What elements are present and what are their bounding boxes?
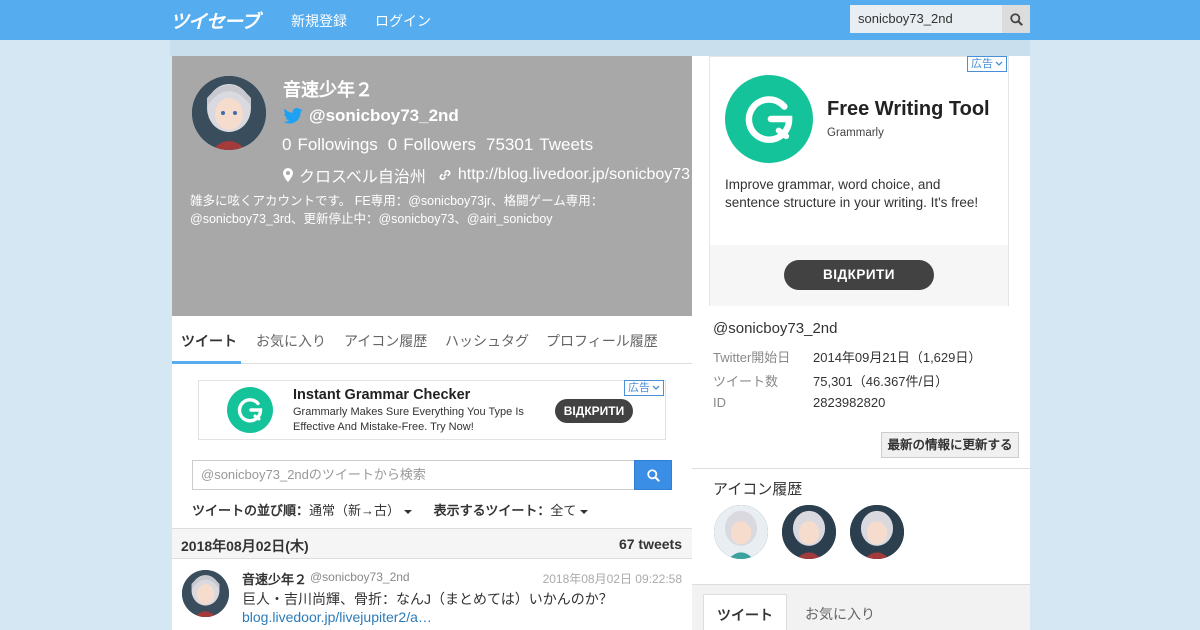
- ad-large-brand: Grammarly: [827, 127, 884, 139]
- sidebar-handle: @sonicboy73_2nd: [713, 320, 838, 337]
- profile-bio: 雑多に呟くアカウントです。 FE専用：@sonicboy73jr、格闘ゲーム専用…: [190, 194, 604, 226]
- avatar-image: [192, 76, 266, 150]
- sidebar-tab-favorites[interactable]: お気に入り: [805, 594, 875, 630]
- avatar-image: [782, 505, 836, 559]
- avatar[interactable]: [182, 570, 229, 617]
- ad-banner-small[interactable]: Instant Grammar Checker Grammarly Makes …: [198, 380, 666, 440]
- twitter-bird-icon: [283, 108, 303, 124]
- tweet-item[interactable]: 音速少年２ @sonicboy73_2nd 2018年08月02日 09:22:…: [172, 559, 692, 630]
- info-label: ID: [713, 395, 726, 410]
- caret-down-icon: [404, 509, 413, 514]
- tweet-author-name: 音速少年２: [242, 572, 308, 587]
- tweet-link[interactable]: blog.livedoor.jp/livejupiter2/a…: [242, 609, 432, 625]
- profile-handle-row: @sonicboy73_2nd: [283, 106, 459, 126]
- search-icon: [646, 468, 660, 482]
- ad-large-open-button[interactable]: ВІДКРИТИ: [784, 260, 934, 290]
- search-input[interactable]: sonicboy73_2nd: [850, 5, 1002, 33]
- ad-small-description: Grammarly Makes Sure Everything You Type…: [293, 406, 524, 433]
- date-label: 2018年08月02日(木): [181, 538, 309, 554]
- refresh-info-button[interactable]: 最新の情報に更新する: [881, 432, 1019, 458]
- info-label: Twitter開始日: [713, 350, 791, 365]
- tab-profile-history[interactable]: プロフィール履歴: [546, 331, 658, 351]
- search-button[interactable]: [1002, 5, 1030, 33]
- sort-order-dropdown[interactable]: ツイートの並び順：通常（新→古）: [192, 503, 413, 518]
- divider: [692, 468, 1030, 469]
- map-pin-icon: [283, 168, 293, 182]
- grammarly-logo-icon: [227, 387, 273, 433]
- register-link[interactable]: 新規登録: [291, 11, 347, 31]
- info-label: ツイート数: [713, 374, 779, 389]
- profile-tabs: ツイート お気に入り アイコン履歴 ハッシュタグ プロフィール履歴: [172, 316, 692, 364]
- tweet-count: 67 tweets: [618, 536, 682, 552]
- profile-location: クロスベル自治州: [299, 169, 426, 186]
- chevron-down-icon: [995, 61, 1003, 66]
- tweet-filter-dropdown[interactable]: 表示するツイート：全て: [434, 503, 589, 518]
- avatar-image: [182, 570, 229, 617]
- tweet-search-button[interactable]: [634, 460, 672, 490]
- ad-small-title: Instant Grammar Checker: [293, 387, 471, 403]
- link-icon: [439, 170, 451, 180]
- header-strip: [170, 40, 1030, 56]
- tab-tweets[interactable]: ツイート: [181, 331, 237, 351]
- ad-large-description: Improve grammar, word choice, and senten…: [725, 177, 979, 210]
- icon-history-item[interactable]: [782, 505, 836, 559]
- top-nav-bar: ツイセーブ 新規登録 ログイン sonicboy73_2nd: [0, 0, 1200, 40]
- date-header: 2018年08月02日(木) 67 tweets: [172, 528, 692, 559]
- info-value: 75,301（46.367件/日）: [813, 374, 949, 389]
- grammarly-logo-icon: [725, 75, 813, 163]
- site-logo[interactable]: ツイセーブ: [170, 7, 260, 34]
- tweet-timestamp[interactable]: 2018年08月02日 09:22:58: [543, 570, 682, 587]
- chevron-down-icon: [652, 385, 660, 390]
- profile-handle: @sonicboy73_2nd: [309, 106, 459, 125]
- icon-history-title: アイコン履歴: [713, 481, 803, 498]
- profile-header: 音速少年２ @sonicboy73_2nd 0 Followings 0 Follo…: [172, 56, 692, 316]
- ad-large-title: Free Writing Tool: [827, 98, 990, 120]
- sidebar-tab-tweets[interactable]: ツイート: [703, 594, 787, 630]
- search-icon: [1009, 12, 1023, 26]
- tweet-search-input[interactable]: @sonicboy73_2ndのツイートから検索: [192, 460, 635, 490]
- profile-stats: 0 Followings 0 Followers 75301 Tweets: [282, 135, 593, 155]
- icon-history-item[interactable]: [714, 505, 768, 559]
- avatar[interactable]: [192, 76, 266, 150]
- ad-banner-large[interactable]: Free Writing Tool Grammarly Improve gram…: [709, 56, 1009, 306]
- icon-history-item[interactable]: [850, 505, 904, 559]
- login-link[interactable]: ログイン: [375, 11, 431, 31]
- info-value: 2823982820: [813, 395, 886, 410]
- sort-controls: ツイートの並び順：通常（新→古） 表示するツイート：全て: [192, 500, 589, 519]
- followers-stat[interactable]: 0 Followers: [388, 135, 476, 155]
- caret-down-icon: [580, 509, 589, 514]
- tab-favorites[interactable]: お気に入り: [256, 331, 326, 351]
- tweet-author-handle: @sonicboy73_2nd: [310, 570, 410, 584]
- ad-large-footer: ВІДКРИТИ: [710, 245, 1008, 306]
- tweet-text: 巨人・吉川尚輝、骨折：なんJ（まとめては）いかんのか？ blog.livedoo…: [242, 591, 613, 625]
- profile-url[interactable]: http://blog.livedoor.jp/sonicboy73: [458, 166, 690, 184]
- avatar-image: [714, 505, 768, 559]
- ad-badge-large[interactable]: 広告: [967, 56, 1007, 72]
- tweets-stat: 75301 Tweets: [486, 135, 594, 154]
- avatar-image: [850, 505, 904, 559]
- info-value: 2014年09月21日（1,629日）: [813, 350, 982, 365]
- profile-location-row: クロスベル自治州 http://blog.livedoor.jp/sonicbo…: [283, 163, 690, 187]
- profile-name: 音速少年２: [283, 80, 373, 100]
- ad-small-open-button[interactable]: ВІДКРИТИ: [555, 399, 633, 423]
- ad-badge-small[interactable]: 広告: [624, 380, 664, 396]
- tab-icon-history[interactable]: アイコン履歴: [344, 331, 427, 351]
- followings-stat[interactable]: 0 Followings: [282, 135, 378, 155]
- tab-hashtags[interactable]: ハッシュタグ: [445, 331, 529, 351]
